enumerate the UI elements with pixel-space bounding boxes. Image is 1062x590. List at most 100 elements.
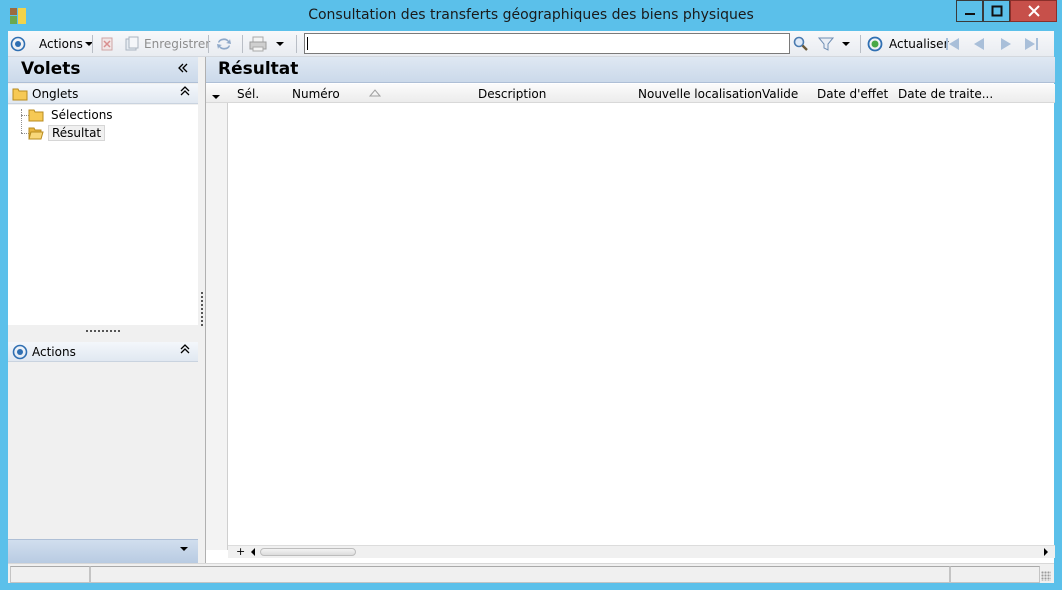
last-button[interactable] (1023, 35, 1039, 53)
column-chooser-button[interactable] (212, 89, 220, 103)
double-chevron-up-icon (180, 86, 190, 96)
refresh-button-label: Actualiser (889, 37, 949, 51)
column-header-sel[interactable]: Sél. (237, 87, 259, 101)
panel-footer[interactable] (8, 539, 198, 563)
title-bar[interactable]: Consultation des transferts géographique… (0, 0, 1062, 31)
search-input[interactable] (304, 33, 790, 54)
status-cell (950, 566, 1040, 583)
actions-label: Actions (32, 344, 76, 359)
close-button[interactable] (1010, 0, 1057, 22)
status-bar (8, 563, 1054, 583)
target-icon (10, 36, 26, 52)
tree-item-label: Résultat (48, 125, 106, 141)
column-header-date-effet[interactable]: Date d'effet (817, 87, 888, 101)
first-button[interactable] (945, 35, 961, 53)
collapse-onglets-button[interactable] (180, 86, 190, 99)
actions-panel-body (8, 363, 198, 539)
double-chevron-left-icon (178, 63, 188, 73)
onglets-section-header[interactable]: Onglets (8, 84, 198, 104)
search-icon (793, 36, 808, 51)
text-caret (307, 37, 308, 50)
volets-title: Volets (21, 59, 81, 79)
result-header: Résultat (206, 57, 1055, 83)
delete-button[interactable] (100, 35, 114, 53)
search-button[interactable] (793, 35, 809, 53)
maximize-button[interactable] (983, 0, 1010, 22)
status-cell (90, 566, 950, 583)
column-header-description[interactable]: Description (478, 87, 546, 101)
status-cell (10, 566, 90, 583)
plus-icon[interactable]: + (236, 545, 245, 558)
row-selector-column (206, 84, 228, 550)
toolbar-separator (860, 35, 861, 53)
chevron-down-icon (212, 95, 220, 99)
actions-menu-label: Actions (39, 37, 83, 51)
refresh-icon (867, 36, 883, 52)
column-header-nouvelle-localisation[interactable]: Nouvelle localisation (638, 87, 762, 101)
result-title: Résultat (218, 59, 299, 79)
chevron-down-icon (276, 42, 284, 46)
onglets-tree: Sélections Résultat (8, 105, 198, 325)
sort-indicator-icon (369, 89, 381, 97)
open-folder-icon (28, 127, 44, 140)
tree-item-label: Sélections (51, 108, 113, 122)
volets-panel: Volets Onglets Sélections Résultat Actio… (8, 57, 198, 563)
double-chevron-up-icon (180, 344, 190, 354)
next-icon (1001, 38, 1011, 50)
delete-icon (101, 37, 113, 51)
last-icon (1025, 38, 1038, 50)
refresh-button[interactable]: Actualiser (867, 35, 949, 53)
folder-icon (12, 88, 28, 100)
folder-icon (28, 109, 44, 122)
scroll-left-icon[interactable] (250, 548, 256, 556)
toolbar-separator (208, 35, 209, 53)
actions-menu[interactable]: Actions (39, 35, 93, 53)
chevron-down-icon (842, 42, 850, 46)
target-button[interactable] (10, 35, 26, 53)
toolbar-separator (296, 35, 297, 53)
collapse-panel-button[interactable] (178, 61, 188, 77)
save-icon (125, 36, 139, 51)
app-window: Consultation des transferts géographique… (0, 0, 1062, 590)
client-area: Actions Enregistrer Actualiser Volets On… (8, 31, 1055, 583)
column-header-valide[interactable]: Valide (762, 87, 798, 101)
tree-item-resultat[interactable]: Résultat (28, 124, 106, 142)
actions-section-header[interactable]: Actions (8, 342, 198, 362)
next-button[interactable] (999, 35, 1013, 53)
sync-button[interactable] (215, 35, 233, 53)
save-button-label: Enregistrer (144, 37, 211, 51)
maximize-icon (991, 5, 1002, 17)
toolbar-separator (242, 35, 243, 53)
resize-grip[interactable] (1041, 571, 1051, 581)
filter-button[interactable] (818, 35, 850, 53)
window-title: Consultation des transferts géographique… (308, 7, 754, 23)
onglets-label: Onglets (32, 86, 79, 101)
close-icon (1027, 5, 1040, 17)
expand-panel-button[interactable] (180, 545, 188, 555)
volets-header: Volets (8, 57, 198, 83)
minimize-button[interactable] (956, 0, 983, 22)
chevron-down-icon (180, 547, 188, 551)
horizontal-scrollbar[interactable]: + (228, 545, 1055, 558)
previous-button[interactable] (972, 35, 986, 53)
collapse-actions-button[interactable] (180, 344, 190, 357)
tree-item-selections[interactable]: Sélections (28, 106, 116, 124)
scroll-right-icon[interactable] (1043, 548, 1049, 556)
horizontal-splitter[interactable] (86, 330, 120, 332)
toolbar: Actions Enregistrer Actualiser (8, 31, 1054, 57)
minimize-icon (964, 13, 975, 15)
column-header-numero[interactable]: Numéro (292, 87, 340, 101)
save-button[interactable]: Enregistrer (124, 35, 210, 53)
target-icon (12, 344, 28, 359)
first-icon (946, 38, 959, 50)
print-button[interactable] (249, 35, 284, 53)
result-panel: Résultat Sél. Numéro Description Nouvell… (205, 57, 1055, 563)
grid-header: Sél. Numéro Description Nouvelle localis… (206, 84, 1055, 103)
scroll-thumb[interactable] (260, 548, 356, 556)
tree-connector (21, 109, 22, 133)
toolbar-separator (92, 35, 93, 53)
sync-icon (217, 38, 231, 50)
prev-icon (974, 38, 984, 50)
column-header-date-traitement[interactable]: Date de traite... (898, 87, 993, 101)
splitter-grip (201, 292, 203, 326)
